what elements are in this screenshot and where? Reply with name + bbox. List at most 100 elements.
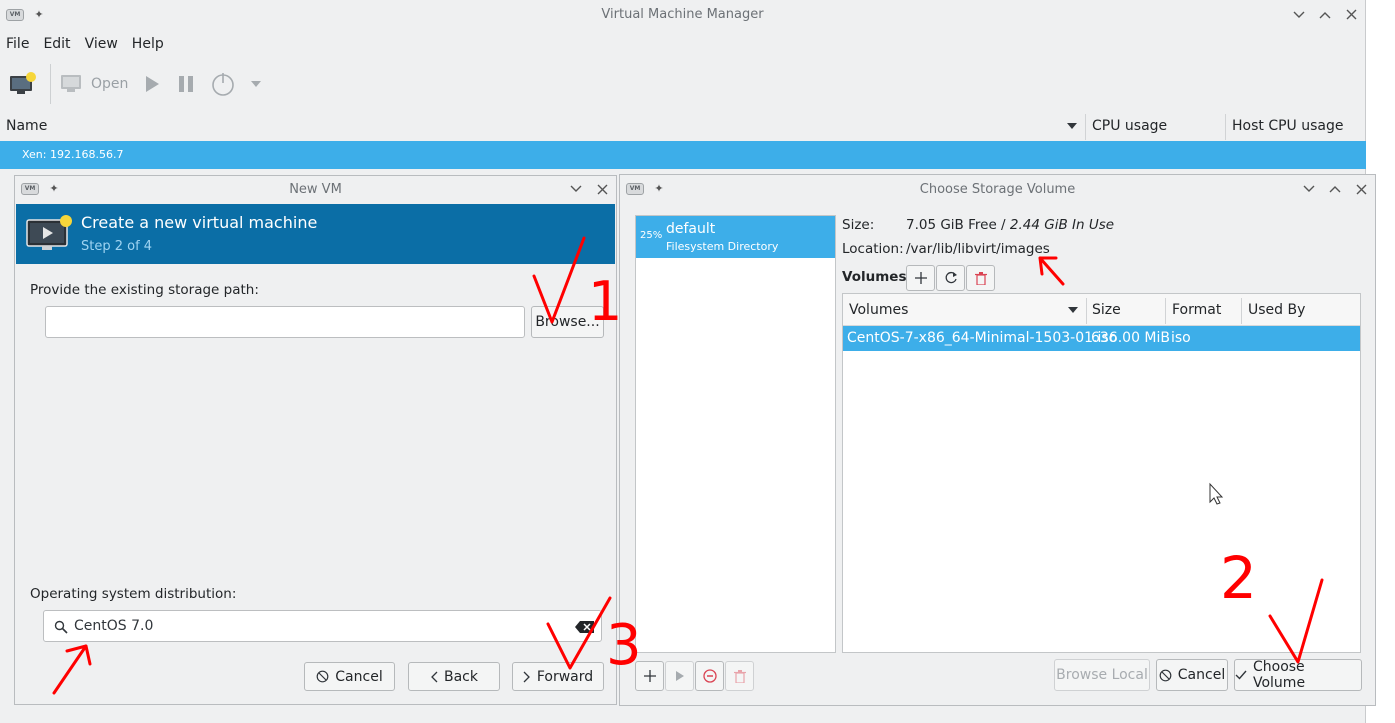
volumes-table-header: Volumes Size Format Used By: [843, 294, 1360, 326]
stop-pool-button[interactable]: [695, 661, 724, 691]
sort-arrow-icon[interactable]: [1067, 306, 1079, 314]
size-value: 7.05 GiB Free / 2.44 GiB In Use: [906, 217, 1115, 233]
clear-text-icon[interactable]: [575, 620, 595, 634]
storage-maximize-button[interactable]: [1327, 181, 1343, 197]
new-vm-close-button[interactable]: [594, 181, 610, 197]
column-host-cpu-usage[interactable]: Host CPU usage: [1232, 110, 1344, 142]
close-icon: [597, 184, 607, 194]
volume-name: CentOS-7-x86_64-Minimal-1503-01.iso: [847, 330, 1118, 346]
os-distribution-value: CentOS 7.0: [74, 618, 154, 634]
menu-file[interactable]: File: [6, 36, 29, 52]
location-label: Location:: [842, 241, 904, 257]
trash-icon: [733, 669, 746, 683]
size-label: Size:: [842, 217, 875, 233]
os-distribution-label: Operating system distribution:: [30, 586, 237, 602]
browse-local-button[interactable]: Browse Local: [1054, 659, 1150, 691]
delete-volume-button[interactable]: [966, 265, 995, 291]
storage-cancel-button[interactable]: Cancel: [1156, 659, 1228, 691]
browse-label: Browse...: [535, 314, 600, 330]
column-size[interactable]: Size: [1092, 294, 1121, 326]
search-icon: [54, 620, 68, 634]
vmm-logo-icon: VM: [626, 183, 644, 195]
toolbar-separator: [50, 64, 51, 104]
cancel-icon: [316, 670, 329, 683]
pin-icon[interactable]: ✦: [32, 8, 46, 22]
menu-view[interactable]: View: [85, 36, 118, 52]
open-button[interactable]: Open: [59, 73, 128, 95]
refresh-volumes-button[interactable]: [936, 265, 965, 291]
run-button[interactable]: [142, 74, 162, 94]
storage-path-input[interactable]: [45, 306, 525, 338]
monitor-icon: [61, 75, 81, 92]
window-title: Virtual Machine Manager: [601, 7, 764, 22]
column-cpu-usage[interactable]: CPU usage: [1092, 110, 1167, 142]
size-free: 7.05 GiB Free: [906, 217, 997, 233]
storage-titlebar: VM ✦ Choose Storage Volume: [620, 175, 1375, 203]
cancel-label: Cancel: [335, 668, 383, 685]
column-format[interactable]: Format: [1172, 294, 1221, 326]
column-name[interactable]: Name: [6, 110, 47, 142]
forward-button[interactable]: Forward: [512, 662, 604, 691]
main-titlebar: VM ✦ Virtual Machine Manager: [0, 0, 1365, 29]
new-vm-button[interactable]: [8, 71, 36, 97]
storage-title: Choose Storage Volume: [919, 181, 1076, 197]
os-distribution-search[interactable]: CentOS 7.0: [43, 610, 602, 642]
wizard-step: Step 2 of 4: [81, 239, 153, 254]
pause-icon: [179, 76, 194, 92]
table-row[interactable]: CentOS-7-x86_64-Minimal-1503-01.iso 636.…: [843, 326, 1360, 351]
toolbar: Open: [0, 58, 1365, 110]
storage-close-button[interactable]: [1353, 181, 1369, 197]
pin-icon[interactable]: ✦: [47, 182, 61, 196]
column-volumes[interactable]: Volumes: [849, 294, 908, 326]
sort-arrow-icon[interactable]: [1066, 122, 1078, 130]
storage-minimize-button[interactable]: [1301, 181, 1317, 197]
back-button[interactable]: Back: [408, 662, 500, 691]
pool-type: Filesystem Directory: [666, 240, 779, 253]
volume-format: iso: [1171, 330, 1191, 346]
maximize-button[interactable]: [1317, 7, 1333, 23]
pin-icon[interactable]: ✦: [652, 182, 666, 196]
add-pool-button[interactable]: [635, 661, 664, 691]
menu-edit[interactable]: Edit: [43, 36, 70, 52]
chevron-up-icon: [1329, 186, 1341, 193]
back-label: Back: [444, 668, 478, 685]
storage-path-label: Provide the existing storage path:: [30, 282, 259, 298]
new-vm-minimize-button[interactable]: [568, 181, 584, 197]
volumes-table: Volumes Size Format Used By CentOS-7-x86…: [842, 293, 1361, 653]
delete-pool-button[interactable]: [725, 661, 754, 691]
connection-row[interactable]: Xen: 192.168.56.7: [0, 141, 1366, 169]
close-button[interactable]: [1343, 7, 1359, 23]
mouse-cursor-icon: [1209, 482, 1224, 505]
wizard-title: Create a new virtual machine: [81, 213, 318, 232]
cancel-label: Cancel: [1177, 667, 1226, 683]
size-used: 2.44 GiB In Use: [1009, 217, 1115, 233]
minimize-button[interactable]: [1291, 7, 1307, 23]
wizard-banner: Create a new virtual machine Step 2 of 4: [16, 204, 615, 264]
chevron-down-icon: [570, 185, 582, 192]
cancel-icon: [1159, 669, 1172, 681]
choose-volume-button[interactable]: Choose Volume: [1234, 659, 1362, 691]
menu-help[interactable]: Help: [132, 36, 164, 52]
start-pool-button[interactable]: [665, 661, 694, 691]
browse-button[interactable]: Browse...: [531, 306, 604, 338]
column-used-by[interactable]: Used By: [1248, 294, 1305, 326]
volume-size: 636.00 MiB: [1091, 330, 1171, 346]
chevron-up-icon: [1319, 11, 1331, 18]
choose-volume-label: Choose Volume: [1252, 659, 1306, 691]
shutdown-menu-button[interactable]: [250, 80, 262, 88]
pool-usage-percent: 25%: [640, 230, 663, 241]
close-icon: [1356, 184, 1366, 194]
add-volume-button[interactable]: [906, 265, 935, 291]
play-icon: [146, 76, 160, 92]
close-icon: [1346, 9, 1356, 20]
vm-list-header: Name CPU usage Host CPU usage: [0, 110, 1365, 142]
volumes-label: Volumes: [842, 269, 907, 285]
new-vm-cancel-button[interactable]: Cancel: [304, 662, 395, 691]
plus-icon: [914, 272, 927, 284]
chevron-down-icon: [1293, 11, 1305, 18]
pause-button[interactable]: [176, 74, 196, 94]
menubar: File Edit View Help: [0, 29, 1365, 58]
pool-item-default[interactable]: 25% default Filesystem Directory: [636, 216, 835, 258]
shutdown-button[interactable]: [210, 71, 236, 97]
browse-local-label: Browse Local: [1056, 667, 1148, 683]
